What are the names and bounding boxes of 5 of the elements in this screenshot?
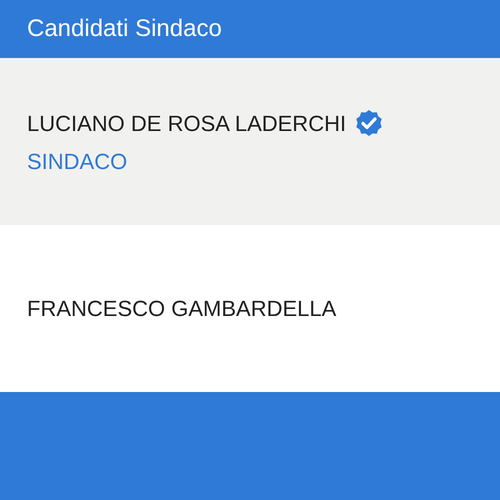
header-title: Candidati Sindaco: [27, 15, 222, 43]
candidate-name: FRANCESCO GAMBARDELLA: [27, 296, 336, 322]
candidate-card[interactable]: LUCIANO DE ROSA LADERCHI SINDACO: [0, 58, 500, 225]
candidate-name: LUCIANO DE ROSA LADERCHI: [27, 110, 346, 136]
candidate-role: SINDACO: [27, 148, 128, 174]
